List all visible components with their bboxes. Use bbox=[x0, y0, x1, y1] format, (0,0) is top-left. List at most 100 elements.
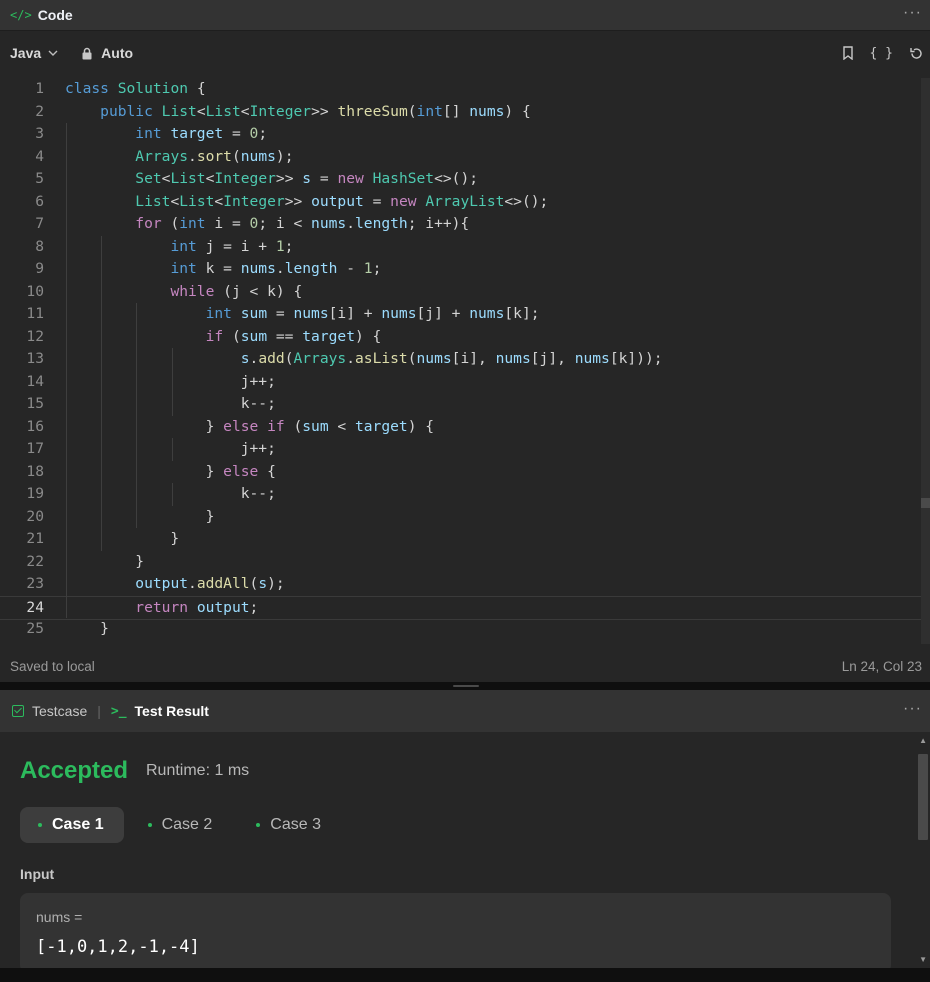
code-text[interactable]: for (int i = 0; i < nums.length; i++){ bbox=[65, 213, 469, 236]
code-line[interactable]: 15 k--; bbox=[0, 393, 922, 416]
reset-icon[interactable] bbox=[909, 46, 924, 61]
code-line[interactable]: 3 int target = 0; bbox=[0, 123, 922, 146]
code-line[interactable]: 9 int k = nums.length - 1; bbox=[0, 258, 922, 281]
code-panel-title: </> Code bbox=[10, 7, 73, 23]
code-title-label: Code bbox=[37, 7, 73, 23]
code-line[interactable]: 10 while (j < k) { bbox=[0, 281, 922, 304]
code-text[interactable]: Set<List<Integer>> s = new HashSet<>(); bbox=[65, 168, 478, 191]
scroll-up-icon[interactable]: ▲ bbox=[919, 736, 927, 745]
tab-test-result[interactable]: >_ Test Result bbox=[111, 703, 209, 719]
code-text[interactable]: } bbox=[65, 551, 144, 574]
code-text[interactable]: } bbox=[65, 506, 215, 529]
code-line[interactable]: 18 } else { bbox=[0, 461, 922, 484]
line-number: 6 bbox=[35, 192, 44, 210]
code-panel: </> Code ··· Java Auto { } 1 class Soluti… bbox=[0, 0, 930, 682]
lock-icon bbox=[82, 47, 92, 59]
more-options-icon[interactable]: ··· bbox=[903, 0, 922, 30]
line-number: 23 bbox=[26, 575, 44, 592]
code-icon: </> bbox=[10, 8, 32, 22]
code-text[interactable]: } else { bbox=[65, 461, 276, 484]
indent-guide bbox=[171, 348, 173, 416]
code-line[interactable]: 8 int j = i + 1; bbox=[0, 236, 922, 259]
code-line[interactable]: 2 public List<List<Integer>> threeSum(in… bbox=[0, 101, 922, 124]
code-text[interactable]: } bbox=[65, 528, 179, 551]
code-text[interactable]: s.add(Arrays.asList(nums[i], nums[j], nu… bbox=[65, 348, 663, 371]
code-text[interactable]: int k = nums.length - 1; bbox=[65, 258, 381, 281]
code-text[interactable]: output.addAll(s); bbox=[65, 573, 284, 596]
line-number: 14 bbox=[26, 372, 44, 390]
language-label: Java bbox=[10, 45, 42, 61]
case-tab-label: Case 3 bbox=[270, 816, 321, 833]
code-editor[interactable]: 1 class Solution {2 public List<List<Inte… bbox=[0, 78, 930, 644]
code-line[interactable]: 17 j++; bbox=[0, 438, 922, 461]
code-line[interactable]: 14 j++; bbox=[0, 371, 922, 394]
case-tab-1[interactable]: Case 1 bbox=[20, 807, 124, 843]
line-number: 7 bbox=[35, 215, 44, 232]
code-text[interactable]: } else if (sum < target) { bbox=[65, 416, 434, 439]
code-line[interactable]: 1 class Solution { bbox=[0, 78, 922, 101]
indent-guide bbox=[66, 123, 67, 618]
code-text[interactable]: return output; bbox=[65, 597, 258, 620]
line-number: 21 bbox=[26, 530, 44, 547]
code-line[interactable]: 20 } bbox=[0, 506, 922, 529]
tab-separator: | bbox=[97, 703, 101, 719]
case-tab-label: Case 1 bbox=[52, 816, 104, 833]
case-tab-3[interactable]: Case 3 bbox=[238, 807, 341, 843]
code-line[interactable]: 25 } bbox=[0, 618, 922, 641]
code-line[interactable]: 5 Set<List<Integer>> s = new HashSet<>()… bbox=[0, 168, 922, 191]
code-line[interactable]: 16 } else if (sum < target) { bbox=[0, 416, 922, 439]
line-number: 4 bbox=[35, 147, 44, 165]
line-number: 19 bbox=[26, 485, 44, 502]
save-status: Saved to local bbox=[10, 658, 95, 674]
code-text[interactable]: j++; bbox=[65, 371, 276, 394]
input-box: nums = [-1,0,1,2,-1,-4] bbox=[20, 893, 891, 973]
line-number: 10 bbox=[26, 282, 44, 300]
code-line[interactable]: 6 List<List<Integer>> output = new Array… bbox=[0, 191, 922, 214]
bookmark-icon[interactable] bbox=[842, 46, 854, 60]
code-text[interactable]: if (sum == target) { bbox=[65, 326, 382, 349]
code-line[interactable]: 13 s.add(Arrays.asList(nums[i], nums[j],… bbox=[0, 348, 922, 371]
line-number: 11 bbox=[26, 305, 44, 322]
tab-testcase[interactable]: Testcase bbox=[12, 703, 87, 719]
code-line[interactable]: 19 k--; bbox=[0, 483, 922, 506]
code-line[interactable]: 23 output.addAll(s); bbox=[0, 573, 922, 596]
code-line[interactable]: 21 } bbox=[0, 528, 922, 551]
result-status: Accepted bbox=[20, 757, 129, 784]
code-text[interactable]: int j = i + 1; bbox=[65, 236, 293, 259]
bottom-edge bbox=[0, 968, 930, 982]
result-scroll-thumb[interactable] bbox=[918, 754, 928, 840]
language-select[interactable]: Java bbox=[10, 45, 59, 61]
scroll-down-icon[interactable]: ▼ bbox=[919, 955, 927, 964]
code-text[interactable]: } bbox=[65, 618, 109, 641]
code-text[interactable]: List<List<Integer>> output = new ArrayLi… bbox=[65, 191, 548, 214]
chevron-down-icon bbox=[48, 50, 58, 56]
format-braces-icon[interactable]: { } bbox=[870, 46, 893, 61]
mode-select[interactable]: Auto bbox=[81, 45, 133, 61]
pass-dot-icon bbox=[256, 823, 261, 827]
splitter-grip[interactable] bbox=[453, 685, 479, 687]
code-line[interactable]: 11 int sum = nums[i] + nums[j] + nums[k]… bbox=[0, 303, 922, 326]
case-tab-label: Case 2 bbox=[161, 816, 213, 833]
code-text[interactable]: int target = 0; bbox=[65, 123, 267, 146]
indent-guide bbox=[101, 235, 103, 551]
case-tab-2[interactable]: Case 2 bbox=[130, 807, 233, 843]
terminal-icon: >_ bbox=[110, 703, 127, 719]
editor-scroll-thumb[interactable] bbox=[921, 498, 930, 508]
code-text[interactable]: k--; bbox=[65, 483, 276, 506]
code-text[interactable]: j++; bbox=[65, 438, 276, 461]
pass-dot-icon bbox=[38, 823, 42, 827]
result-more-icon[interactable]: ··· bbox=[903, 696, 922, 726]
panel-splitter[interactable] bbox=[0, 682, 930, 690]
code-line[interactable]: 12 if (sum == target) { bbox=[0, 326, 922, 349]
code-line[interactable]: 4 Arrays.sort(nums); bbox=[0, 146, 922, 169]
result-panel: Testcase | >_ Test Result ··· Accepted R… bbox=[0, 690, 930, 973]
code-line[interactable]: 22 } bbox=[0, 551, 922, 574]
code-line[interactable]: 7 for (int i = 0; i < nums.length; i++){ bbox=[0, 213, 922, 236]
line-number: 17 bbox=[26, 440, 44, 457]
code-text[interactable]: public List<List<Integer>> threeSum(int[… bbox=[65, 101, 531, 124]
code-text[interactable]: Arrays.sort(nums); bbox=[65, 146, 293, 169]
code-line[interactable]: 24 return output; bbox=[0, 595, 922, 620]
editor-scrollbar[interactable] bbox=[921, 78, 930, 644]
code-text[interactable]: k--; bbox=[65, 393, 276, 416]
code-text[interactable]: class Solution { bbox=[65, 78, 206, 101]
